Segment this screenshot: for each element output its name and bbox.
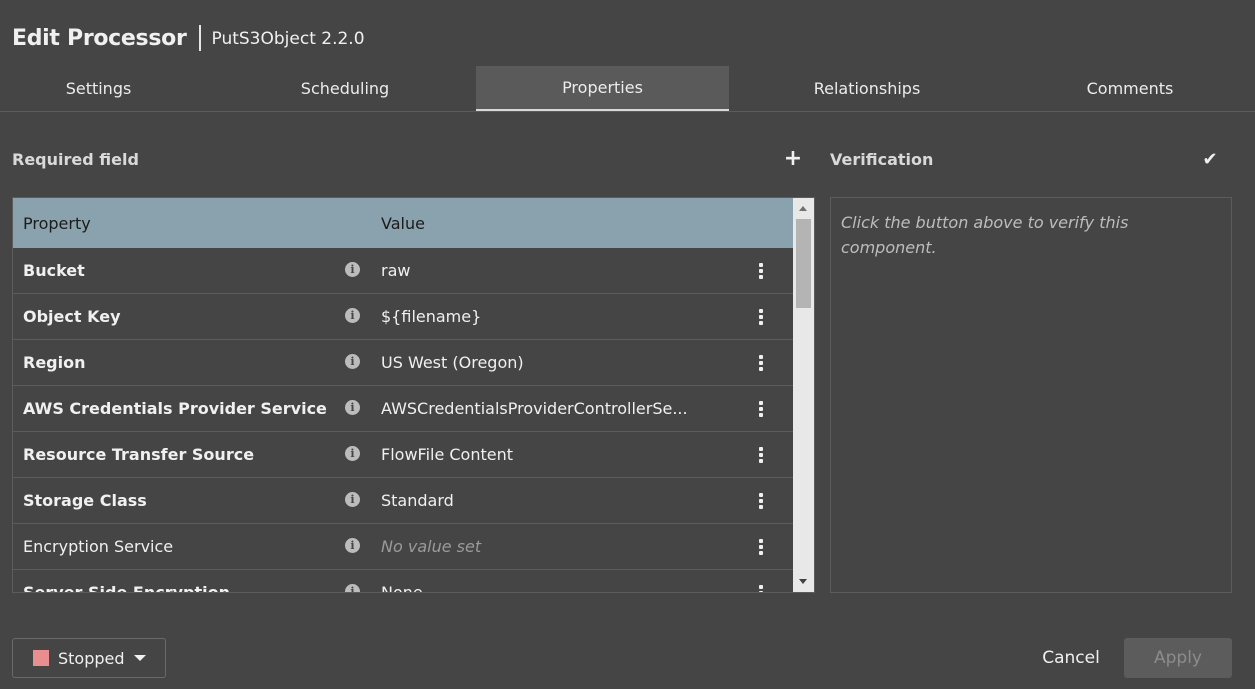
table-row[interactable]: Object Key i ${filename} <box>13 294 793 340</box>
plus-icon: + <box>783 145 803 171</box>
tab-relationships[interactable]: Relationships <box>729 66 1005 111</box>
table-row[interactable]: Resource Transfer Source i FlowFile Conten… <box>13 432 793 478</box>
table-scrollbar[interactable] <box>793 198 814 592</box>
property-name: Bucket <box>23 261 85 280</box>
info-icon[interactable]: i <box>345 354 360 369</box>
run-status-dropdown[interactable]: Stopped <box>12 638 166 678</box>
table-row[interactable]: Server Side Encryption i None <box>13 570 793 593</box>
tab-divider <box>0 111 1255 112</box>
table-row[interactable]: Bucket i raw <box>13 248 793 294</box>
property-name: Region <box>23 353 86 372</box>
info-icon[interactable]: i <box>345 400 360 415</box>
property-value[interactable]: FlowFile Content <box>381 445 513 464</box>
dialog-header: Edit Processor PutS3Object 2.2.0 <box>12 22 365 54</box>
add-property-button[interactable]: + <box>782 145 804 171</box>
apply-button[interactable]: Apply <box>1124 638 1232 678</box>
more-options-icon[interactable] <box>756 493 766 509</box>
property-value[interactable]: US West (Oregon) <box>381 353 524 372</box>
more-options-icon[interactable] <box>756 309 766 325</box>
property-value[interactable]: Standard <box>381 491 454 510</box>
required-field-label: Required field <box>12 150 139 169</box>
more-options-icon[interactable] <box>756 263 766 279</box>
property-name: AWS Credentials Provider Service <box>23 399 327 418</box>
processor-type: PutS3Object 2.2.0 <box>211 29 365 49</box>
scroll-thumb[interactable] <box>796 219 811 308</box>
verification-placeholder: Click the button above to verify this co… <box>841 213 1129 257</box>
tab-properties[interactable]: Properties <box>476 66 729 111</box>
property-value[interactable]: raw <box>381 261 410 280</box>
property-name: Server Side Encryption <box>23 583 230 593</box>
properties-table: Property Value Bucket i raw Object Key i ${fi… <box>12 197 815 593</box>
scroll-up-arrow[interactable] <box>793 198 814 218</box>
checkmark-icon: ✔ <box>1202 148 1218 170</box>
more-options-icon[interactable] <box>756 355 766 371</box>
edit-processor-dialog: Edit Processor PutS3Object 2.2.0 Setting… <box>0 0 1255 689</box>
more-options-icon[interactable] <box>756 585 766 592</box>
column-header-value: Value <box>381 214 425 233</box>
property-name: Object Key <box>23 307 121 326</box>
info-icon[interactable]: i <box>345 308 360 323</box>
property-value[interactable]: None <box>381 583 423 592</box>
info-icon[interactable]: i <box>345 584 360 592</box>
run-status-label: Stopped <box>58 648 125 668</box>
scroll-down-arrow[interactable] <box>793 572 814 592</box>
property-value[interactable]: ${filename} <box>381 307 481 326</box>
tab-scheduling[interactable]: Scheduling <box>197 66 493 111</box>
more-options-icon[interactable] <box>756 447 766 463</box>
property-name: Storage Class <box>23 491 147 510</box>
dialog-title: Edit Processor <box>12 25 187 51</box>
more-options-icon[interactable] <box>756 539 766 555</box>
tab-bar: Settings Scheduling Properties Relations… <box>0 66 1255 111</box>
property-value[interactable]: No value set <box>381 537 481 556</box>
verification-label: Verification <box>830 150 934 169</box>
tab-comments[interactable]: Comments <box>1005 66 1255 111</box>
title-divider <box>198 25 201 51</box>
table-row[interactable]: Region i US West (Oregon) <box>13 340 793 386</box>
property-value[interactable]: AWSCredentialsProviderControllerSe... <box>381 399 688 418</box>
stopped-icon <box>33 650 49 666</box>
property-name: Resource Transfer Source <box>23 445 255 464</box>
cancel-button[interactable]: Cancel <box>1030 638 1112 678</box>
table-header: Property Value <box>13 198 793 248</box>
property-name: Encryption Service <box>23 537 174 556</box>
tab-settings[interactable]: Settings <box>0 66 197 111</box>
column-header-property: Property <box>23 214 91 233</box>
more-options-icon[interactable] <box>756 401 766 417</box>
info-icon[interactable]: i <box>345 262 360 277</box>
table-body: Bucket i raw Object Key i ${filename} Region i U… <box>13 248 793 593</box>
info-icon[interactable]: i <box>345 446 360 461</box>
table-row[interactable]: AWS Credentials Provider Service i AWSCred… <box>13 386 793 432</box>
info-icon[interactable]: i <box>345 538 360 553</box>
verify-button[interactable]: ✔ <box>1199 148 1221 170</box>
table-row[interactable]: Storage Class i Standard <box>13 478 793 524</box>
info-icon[interactable]: i <box>345 492 360 507</box>
verification-panel: Click the button above to verify this co… <box>830 197 1232 593</box>
caret-down-icon <box>133 655 146 661</box>
table-row[interactable]: Encryption Service i No value set <box>13 524 793 570</box>
